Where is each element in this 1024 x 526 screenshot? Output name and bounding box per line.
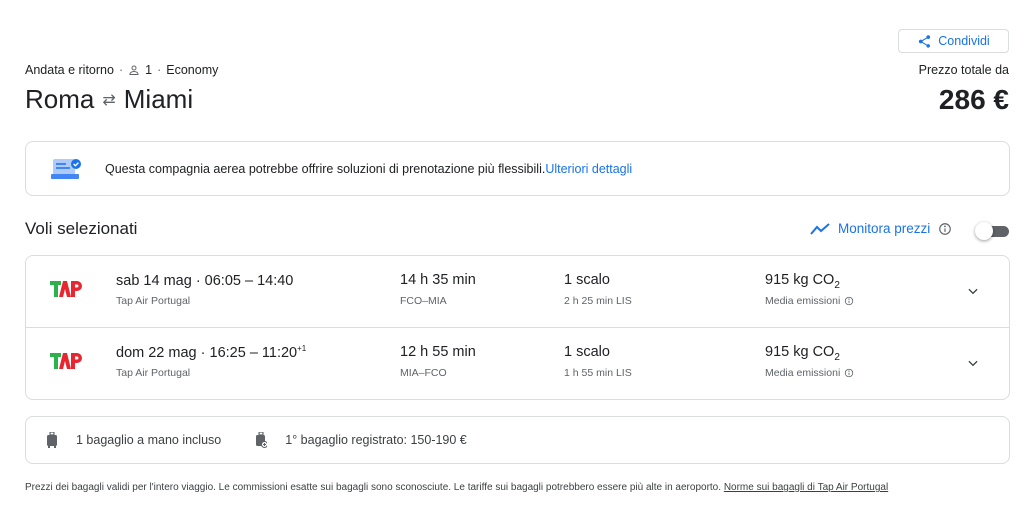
trip-meta: Andata e ritorno · 1 · Economy (25, 63, 218, 77)
cabin-class: Economy (166, 63, 219, 77)
destination-city: Miami (123, 84, 194, 114)
airline-name: Tap Air Portugal (116, 367, 191, 379)
chevron-down-icon[interactable] (966, 356, 980, 370)
tap-air-portugal-logo (50, 353, 82, 369)
airline-name: Tap Air Portugal (116, 295, 191, 307)
flight-times: 16:25 – 11:20 (209, 344, 298, 361)
flight-date-time: dom 22 mag · 16:25 – 11:20+1 (116, 344, 306, 361)
flights-list: sab 14 mag · 06:05 – 14:40 Tap Air Portu… (25, 255, 1010, 400)
checked-bag-icon (256, 432, 268, 448)
co2-value: 915 kg CO (765, 344, 835, 360)
flight-row-return[interactable]: dom 22 mag · 16:25 – 11:20+1 Tap Air Por… (26, 328, 1009, 399)
emissions-text: Media emissioni (765, 367, 841, 379)
flight-duration: 14 h 35 min (400, 272, 476, 288)
flight-row-outbound[interactable]: sab 14 mag · 06:05 – 14:40 Tap Air Portu… (26, 256, 1009, 328)
flight-times: 06:05 – 14:40 (204, 272, 294, 289)
carry-on-item: 1 bagaglio a mano incluso (46, 432, 221, 448)
info-icon[interactable] (844, 368, 854, 378)
baggage-policy-link[interactable]: Norme sui bagagli di Tap Air Portugal (724, 482, 888, 493)
trending-icon (810, 222, 830, 235)
more-details-link[interactable]: Ulteriori dettagli (545, 162, 632, 176)
flight-route: FCO–MIA (400, 295, 447, 307)
price-label: Prezzo totale da (918, 63, 1009, 77)
share-button[interactable]: Condividi (898, 29, 1009, 53)
total-price: 286 € (938, 84, 1009, 115)
layover-info: 1 h 55 min LIS (564, 367, 632, 379)
monitor-prices-toggle[interactable] (975, 222, 1010, 240)
emissions-label: Media emissioni (765, 367, 854, 379)
checked-bag-text: 1° bagaglio registrato: 150-190 € (285, 433, 467, 447)
monitor-prices[interactable]: Monitora prezzi (810, 221, 952, 236)
emissions-label: Media emissioni (765, 295, 854, 307)
co2-emissions: 915 kg CO2 (765, 272, 840, 291)
flight-duration: 12 h 55 min (400, 344, 476, 360)
carry-on-bag-icon (47, 432, 57, 448)
co2-subscript: 2 (834, 351, 840, 363)
booking-illustration-icon (51, 158, 81, 179)
separator-dot: · (195, 272, 205, 289)
person-icon (129, 65, 139, 75)
route-title: Roma ⇄ Miami (25, 84, 193, 115)
baggage-footnote: Prezzi dei bagagli validi per l'intero v… (25, 481, 1005, 495)
flight-route: MIA–FCO (400, 367, 447, 379)
flight-stops: 1 scalo (564, 344, 610, 360)
emissions-text: Media emissioni (765, 295, 841, 307)
flexible-booking-banner: Questa compagnia aerea potrebbe offrire … (25, 141, 1010, 196)
flight-date-time: sab 14 mag · 06:05 – 14:40 (116, 272, 293, 289)
flight-date: dom 22 mag (116, 344, 197, 361)
co2-subscript: 2 (834, 279, 840, 291)
chevron-down-icon[interactable] (966, 284, 980, 298)
round-trip-arrows-icon: ⇄ (102, 91, 116, 109)
passenger-count: 1 (145, 63, 153, 77)
day-offset: +1 (297, 344, 307, 353)
origin-city: Roma (25, 84, 95, 114)
monitor-label: Monitora prezzi (838, 221, 931, 236)
info-icon[interactable] (938, 222, 952, 236)
info-icon[interactable] (844, 296, 854, 306)
share-icon (919, 34, 931, 48)
flight-stops: 1 scalo (564, 272, 610, 288)
tap-air-portugal-logo (50, 281, 82, 297)
share-label: Condividi (938, 34, 990, 48)
trip-type: Andata e ritorno (25, 63, 114, 77)
toggle-knob (975, 222, 993, 240)
separator-dot: · (200, 344, 210, 361)
banner-text: Questa compagnia aerea potrebbe offrire … (105, 161, 546, 176)
checked-bag-item: 1° bagaglio registrato: 150-190 € (255, 432, 467, 448)
co2-emissions: 915 kg CO2 (765, 344, 840, 363)
carry-on-text: 1 bagaglio a mano incluso (76, 433, 222, 447)
flight-date: sab 14 mag (116, 272, 192, 289)
co2-value: 915 kg CO (765, 272, 835, 288)
section-title: Voli selezionati (25, 219, 138, 238)
layover-info: 2 h 25 min LIS (564, 295, 632, 307)
baggage-info: 1 bagaglio a mano incluso 1° bagaglio re… (25, 416, 1010, 464)
separator-dot: · (157, 63, 162, 77)
separator-dot: · (118, 63, 124, 77)
footnote-text: Prezzi dei bagagli validi per l'intero v… (25, 482, 724, 493)
